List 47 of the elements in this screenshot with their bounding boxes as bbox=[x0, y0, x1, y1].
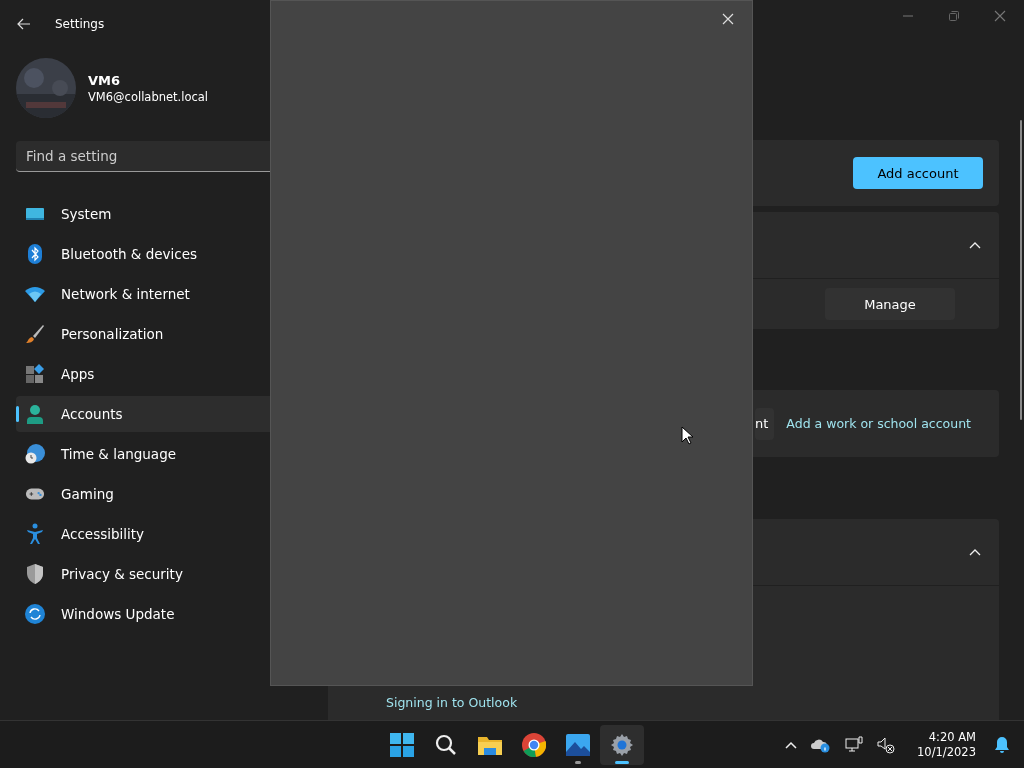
search-icon bbox=[435, 733, 457, 756]
speaker-muted-icon[interactable] bbox=[877, 735, 896, 754]
update-icon bbox=[25, 604, 45, 624]
nav-item[interactable]: Time & language bbox=[16, 436, 328, 472]
taskbar-app[interactable] bbox=[600, 724, 644, 765]
add-account-button[interactable]: Add account bbox=[853, 157, 983, 189]
nav-item[interactable]: System bbox=[16, 196, 328, 232]
chevron-up-icon[interactable] bbox=[785, 740, 798, 749]
nav-item[interactable]: Windows Update bbox=[16, 596, 328, 632]
nav-item[interactable]: Network & internet bbox=[16, 276, 328, 312]
globe-clock-icon bbox=[25, 444, 45, 464]
manage-button[interactable]: Manage bbox=[825, 288, 955, 320]
close-icon[interactable] bbox=[994, 10, 1006, 22]
bluetooth-icon bbox=[25, 244, 45, 264]
browser-icon bbox=[522, 732, 546, 757]
back-arrow-icon[interactable] bbox=[17, 18, 31, 30]
windows-logo-icon bbox=[390, 732, 414, 757]
nav-item[interactable]: Privacy & security bbox=[16, 556, 328, 592]
accessibility-icon bbox=[25, 523, 45, 545]
button[interactable]: nt bbox=[755, 407, 775, 440]
brush-icon bbox=[25, 324, 45, 344]
user-email: VM6@collabnet.local bbox=[88, 89, 209, 104]
apps-icon bbox=[25, 364, 45, 384]
nav-item[interactable]: Accessibility bbox=[16, 516, 328, 552]
nav-item[interactable]: Bluetooth & devices bbox=[16, 236, 328, 272]
clock[interactable]: 4:20 AM 10/1/2023 bbox=[917, 729, 976, 760]
nav-item[interactable]: Gaming bbox=[16, 476, 328, 512]
add-work-account-link[interactable]: Add a work or school account bbox=[786, 416, 971, 431]
shield-icon bbox=[25, 564, 45, 584]
restore-icon[interactable] bbox=[948, 10, 960, 22]
photos-icon bbox=[566, 733, 590, 756]
chevron-up-icon[interactable] bbox=[969, 548, 981, 556]
gear-icon bbox=[610, 732, 634, 757]
network-monitor-icon[interactable] bbox=[845, 735, 864, 754]
chevron-up-icon[interactable] bbox=[969, 241, 981, 249]
monitor-icon bbox=[25, 206, 45, 222]
bell-icon[interactable] bbox=[994, 735, 1010, 754]
person-icon bbox=[25, 404, 45, 424]
user-name: VM6 bbox=[88, 72, 122, 88]
wifi-icon bbox=[25, 286, 45, 302]
outlook-link[interactable]: Signing in to Outlook bbox=[386, 695, 518, 710]
mouse-cursor-icon bbox=[681, 426, 693, 445]
window-title: Settings bbox=[55, 17, 105, 31]
nav-item[interactable]: Personalization bbox=[16, 316, 328, 352]
scrollbar[interactable] bbox=[1020, 120, 1022, 420]
gamepad-icon bbox=[25, 486, 45, 502]
nav-item[interactable]: Apps bbox=[16, 356, 328, 392]
